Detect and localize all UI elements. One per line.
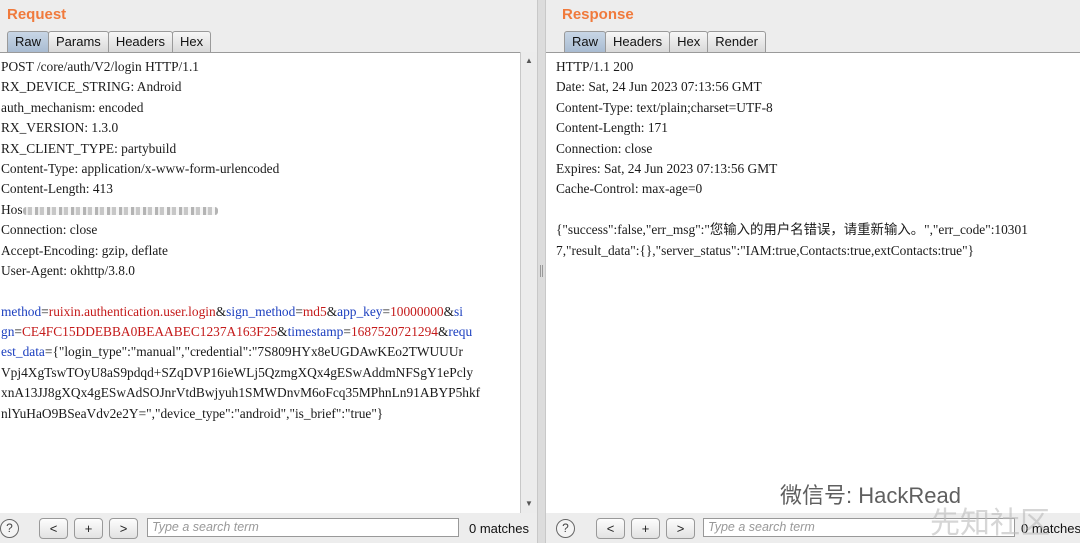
- scroll-up-icon[interactable]: ▲: [521, 54, 537, 68]
- match-count: 0 matches: [469, 521, 529, 536]
- param-key: sign_method: [226, 303, 296, 319]
- request-editor[interactable]: POST /core/auth/V2/login HTTP/1.1 RX_DEV…: [0, 52, 520, 513]
- pane-divider[interactable]: [537, 0, 546, 543]
- request-body-line: gn=CE4FC15DDEBBA0BEAABEC1237A163F25&time…: [1, 324, 473, 340]
- request-tab-params[interactable]: Params: [48, 31, 109, 52]
- param-key: app_key: [337, 303, 383, 319]
- param-value: ruixin.authentication.user.login: [48, 303, 216, 319]
- param-key: gn: [1, 324, 15, 340]
- request-body-line: Vpj4XgTswTOyU8aS9pdqd+SZqDVP16ieWLj5Qzmg…: [1, 364, 474, 380]
- scroll-down-icon[interactable]: ▼: [521, 497, 537, 511]
- request-body-line: nlYuHaO9BSeaVdv2e2Y=","device_type":"and…: [1, 405, 384, 421]
- request-body-line: xnA13JJ8gXQx4gESwAdSOJnrVtdBwjyuh1SMWDnv…: [1, 385, 481, 401]
- request-line: RX_VERSION: 1.3.0: [1, 120, 119, 136]
- param-key: est_data: [1, 344, 45, 360]
- watermark-logo: 先知社区: [930, 507, 1050, 540]
- request-line-host: Hos: [1, 200, 520, 220]
- host-label: Hos: [1, 201, 23, 217]
- request-line: Accept-Encoding: gzip, deflate: [1, 242, 168, 258]
- param-value: 10000000: [390, 303, 444, 319]
- request-tab-hex[interactable]: Hex: [171, 31, 212, 52]
- request-line: Connection: close: [1, 222, 98, 238]
- prev-button[interactable]: <: [39, 518, 68, 539]
- prev-button[interactable]: <: [596, 518, 625, 539]
- request-line: Content-Type: application/x-www-form-url…: [1, 160, 280, 176]
- request-tab-raw[interactable]: Raw: [7, 31, 50, 52]
- request-line: RX_CLIENT_TYPE: partybuild: [1, 140, 177, 156]
- response-editor[interactable]: HTTP/1.1 200 Date: Sat, 24 Jun 2023 07:1…: [546, 52, 1080, 513]
- request-line: Content-Length: 413: [1, 181, 113, 197]
- request-title: Request: [7, 6, 67, 23]
- request-scrollbar[interactable]: ▲ ▼: [520, 52, 537, 513]
- response-tab-render[interactable]: Render: [707, 31, 766, 52]
- param-value: CE4FC15DDEBBA0BEAABEC1237A163F25: [21, 324, 278, 340]
- response-body-line: 7,"result_data":{},"server_status":"IAM:…: [556, 242, 974, 258]
- request-tabs: Raw Params Headers Hex: [7, 31, 212, 52]
- request-line: auth_mechanism: encoded: [1, 99, 144, 115]
- param-key: si: [454, 303, 463, 319]
- request-line: POST /core/auth/V2/login HTTP/1.1: [1, 59, 200, 74]
- request-body-line: method=ruixin.authentication.user.login&…: [1, 303, 463, 319]
- next-button[interactable]: >: [666, 518, 695, 539]
- redacted-host: [22, 206, 218, 215]
- next-button[interactable]: >: [109, 518, 138, 539]
- response-tab-hex[interactable]: Hex: [669, 31, 709, 52]
- param-key: timestamp: [287, 324, 344, 340]
- request-footer: ? < + > Type a search term 0 matches: [0, 515, 537, 543]
- response-line: Cache-Control: max-age=0: [556, 181, 703, 197]
- divider-grip-icon[interactable]: [540, 265, 543, 277]
- param-value: md5: [302, 303, 327, 319]
- request-tab-headers[interactable]: Headers: [107, 31, 173, 52]
- response-tab-raw[interactable]: Raw: [564, 31, 607, 52]
- search-input[interactable]: Type a search term: [147, 518, 459, 537]
- param-key: method: [1, 303, 42, 319]
- response-line: Content-Length: 171: [556, 120, 668, 136]
- param-value: 1687520721294: [350, 324, 438, 340]
- param-key: requ: [448, 324, 473, 340]
- help-icon[interactable]: ?: [0, 519, 19, 538]
- response-tab-headers[interactable]: Headers: [605, 31, 671, 52]
- request-line: RX_DEVICE_STRING: Android: [1, 79, 182, 95]
- request-pane: Request Raw Params Headers Hex POST /cor…: [0, 0, 537, 543]
- add-button[interactable]: +: [631, 518, 660, 539]
- request-body-line: est_data={"login_type":"manual","credent…: [1, 344, 463, 360]
- response-line: Date: Sat, 24 Jun 2023 07:13:56 GMT: [556, 79, 762, 95]
- response-body-line: {"success":false,"err_msg":"您输入的用户名错误，请重…: [556, 222, 1028, 238]
- response-pane: Response Raw Headers Hex Render HTTP/1.1…: [546, 0, 1080, 543]
- add-button[interactable]: +: [74, 518, 103, 539]
- response-title: Response: [562, 6, 634, 23]
- help-icon[interactable]: ?: [556, 519, 575, 538]
- response-line: Expires: Sat, 24 Jun 2023 07:13:56 GMT: [556, 160, 778, 176]
- response-tabs: Raw Headers Hex Render: [564, 31, 766, 52]
- response-line: Connection: close: [556, 140, 653, 156]
- request-line: User-Agent: okhttp/3.8.0: [1, 262, 135, 278]
- response-line: HTTP/1.1 200: [556, 59, 634, 74]
- param-value: {"login_type":"manual","credential":"7S8…: [52, 344, 463, 360]
- response-line: Content-Type: text/plain;charset=UTF-8: [556, 99, 773, 115]
